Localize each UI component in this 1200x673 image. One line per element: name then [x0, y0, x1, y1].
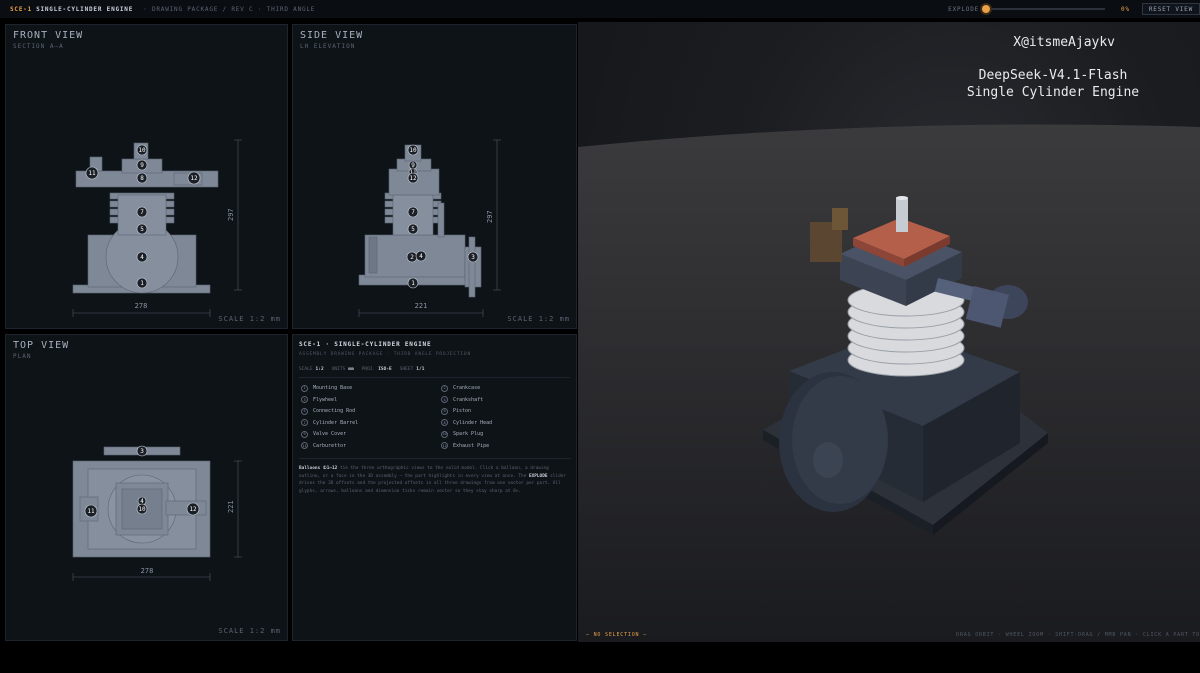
svg-text:1: 1: [140, 280, 144, 287]
part-item[interactable]: 12 Exhaust Pipe: [441, 442, 581, 450]
part-item[interactable]: 9 Valve Cover: [301, 430, 441, 438]
svg-text:8: 8: [140, 175, 144, 182]
svg-text:10: 10: [138, 147, 146, 154]
svg-text:2: 2: [410, 254, 414, 261]
top-view-panel[interactable]: TOP VIEW PLAN 221 278 3 4 10 11 12 SCALE…: [5, 334, 288, 641]
part-item[interactable]: 7 Cylinder Barrel: [301, 419, 441, 427]
dim-height: 221: [227, 500, 235, 513]
part-item[interactable]: 3 Flywheel: [301, 396, 441, 404]
model-name: DeepSeek-V4.1-Flash: [978, 68, 1128, 83]
3d-model-render[interactable]: [578, 22, 1200, 642]
svg-text:5: 5: [411, 226, 415, 233]
top-view-drawing[interactable]: 221 278 3 4 10 11 12: [6, 335, 289, 642]
status-bar: — NO SELECTION — DRAG ORBIT · WHEEL ZOOM…: [578, 628, 1200, 642]
svg-text:9: 9: [140, 162, 144, 169]
drawing-code: SCE-1: [10, 5, 33, 13]
meta-sheet: SHEET 1/1: [399, 367, 425, 372]
svg-text:11: 11: [88, 170, 96, 177]
meta-proj: PROJ. ISO-E: [361, 367, 392, 372]
part-item[interactable]: 5 Connecting Rod: [301, 407, 441, 415]
part-item[interactable]: 4 Crankshaft: [441, 396, 581, 404]
meta-units: UNITS mm: [331, 367, 354, 372]
explode-label: EXPLODE: [948, 5, 980, 13]
slider-knob[interactable]: [982, 5, 991, 13]
info-panel: SCE-1 · SINGLE-CYLINDER ENGINE ASSEMBLY …: [292, 334, 577, 641]
dim-height: 297: [486, 210, 494, 223]
part-item[interactable]: 11 Carburettor: [301, 442, 441, 450]
spark-plug: [896, 198, 908, 232]
info-title: SCE-1 · SINGLE-CYLINDER ENGINE: [299, 341, 432, 348]
scale-label: SCALE 1:2 mm: [218, 315, 281, 323]
side-view-drawing[interactable]: 297 221 10 9 11 12 7 5 2 4 3 1: [293, 25, 578, 330]
svg-text:10: 10: [409, 147, 417, 154]
front-view-panel[interactable]: FRONT VIEW SECTION A–A 297 278 10 9 8 11…: [5, 24, 288, 329]
part-item[interactable]: 6 Piston: [441, 407, 581, 415]
explode-percent: 0%: [1121, 5, 1130, 13]
part-item[interactable]: 1 Mounting Base: [301, 384, 441, 392]
explode-slider[interactable]: [982, 5, 1106, 13]
part-item[interactable]: 2 Crankcase: [441, 384, 581, 392]
parts-list: 1 Mounting Base 2 Crankcase 3 Flywheel 4 Cra…: [299, 384, 570, 450]
svg-text:7: 7: [140, 209, 144, 216]
part-item[interactable]: 10 Spark Plug: [441, 430, 581, 438]
svg-text:12: 12: [409, 175, 417, 182]
dim-height: 297: [227, 208, 235, 221]
scale-label: SCALE 1:2 mm: [507, 315, 570, 323]
svg-text:3: 3: [140, 448, 144, 455]
credit-text: X@itsmeAjaykv: [1013, 35, 1115, 50]
meta-scale: SCALE 1:2: [299, 367, 324, 372]
selection-status: — NO SELECTION —: [586, 632, 647, 638]
svg-text:3: 3: [471, 254, 475, 261]
dim-width: 221: [415, 302, 428, 310]
svg-text:1: 1: [411, 280, 415, 287]
front-view-drawing[interactable]: 297 278 10 9 8 11 12 7 5 4 1: [6, 25, 289, 330]
3d-viewport[interactable]: X@itsmeAjaykv DeepSeek-V4.1-Flash Single…: [578, 22, 1200, 642]
scale-label: SCALE 1:2 mm: [218, 627, 281, 635]
svg-text:12: 12: [189, 506, 197, 513]
reset-view-button[interactable]: RESET VIEW: [1141, 3, 1200, 15]
description: Balloons ①1–12 tie the three orthographi…: [299, 457, 571, 495]
page-title: SINGLE-CYLINDER ENGINE: [36, 5, 134, 13]
controls-hint: DRAG ORBIT · WHEEL ZOOM · SHIFT-DRAG / M…: [956, 632, 1200, 638]
svg-text:12: 12: [190, 175, 198, 182]
bottom-strip: [0, 642, 1200, 673]
dim-width: 278: [141, 567, 154, 575]
drawing-meta: SCALE 1:2 UNITS mm PROJ. ISO-E SHEET 1/1: [299, 367, 570, 378]
svg-text:4: 4: [140, 254, 144, 261]
svg-text:4: 4: [419, 253, 423, 260]
part-item[interactable]: 8 Cylinder Head: [441, 419, 581, 427]
svg-text:5: 5: [140, 226, 144, 233]
side-view-panel[interactable]: SIDE VIEW LH ELEVATION 297 221 10 9 11 1…: [292, 24, 577, 329]
top-bar: SCE-1 SINGLE-CYLINDER ENGINE · DRAWING P…: [0, 0, 1200, 18]
model-caption: DeepSeek-V4.1-Flash Single Cylinder Engi…: [953, 67, 1153, 101]
dim-width: 278: [135, 302, 148, 310]
page-subtitle: · DRAWING PACKAGE / REV C · THIRD ANGLE: [143, 5, 316, 13]
info-subtitle: ASSEMBLY DRAWING PACKAGE · THIRD ANGLE P…: [299, 352, 471, 357]
svg-text:11: 11: [87, 508, 95, 515]
svg-text:10: 10: [138, 506, 146, 513]
svg-text:7: 7: [411, 209, 415, 216]
model-description: Single Cylinder Engine: [966, 85, 1140, 100]
